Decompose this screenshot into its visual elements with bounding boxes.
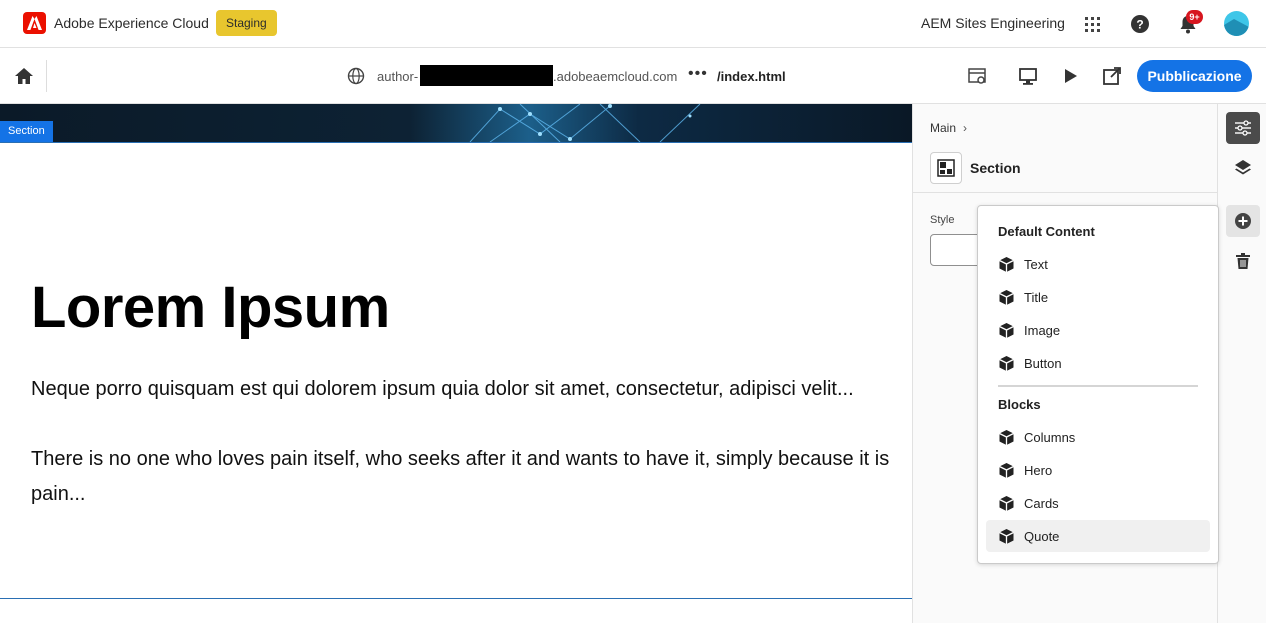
url-more-button[interactable]: ••• [688,65,708,83]
menu-item-text[interactable]: Text [986,248,1210,280]
cube-icon [998,289,1015,306]
cube-icon [998,355,1015,372]
publish-button[interactable]: Pubblicazione [1137,60,1252,92]
cube-icon [998,429,1015,446]
cube-icon [998,256,1015,273]
org-switcher[interactable]: AEM Sites Engineering [921,15,1065,31]
menu-divider [998,385,1198,387]
editor-toolbar: author- .adobeaemcloud.com ••• /index.ht… [0,48,1266,104]
menu-item-button[interactable]: Button [986,347,1210,379]
page-properties-icon[interactable] [966,65,988,87]
avatar[interactable] [1224,11,1249,36]
menu-item-quote[interactable]: Quote [986,520,1210,552]
shell-bar: Adobe Experience Cloud Staging AEM Sites… [0,0,1266,48]
layers-rail-button[interactable] [1226,152,1260,184]
cube-icon [998,462,1015,479]
chevron-right-icon: › [963,121,967,135]
home-icon[interactable] [13,65,35,87]
default-content-heading: Default Content [998,224,1095,239]
style-label: Style [930,214,955,226]
menu-item-columns[interactable]: Columns [986,421,1210,453]
toolbar-divider [46,60,47,92]
menu-item-image[interactable]: Image [986,314,1210,346]
apps-grid-icon[interactable] [1081,13,1103,35]
menu-item-label: Quote [1024,529,1060,544]
page-heading[interactable]: Lorem Ipsum [31,274,390,341]
url-redaction [420,65,553,86]
menu-item-label: Button [1024,356,1062,371]
cube-icon [998,322,1015,339]
menu-item-label: Text [1024,257,1048,272]
menu-item-label: Columns [1024,430,1076,445]
hero-image[interactable] [0,104,912,142]
adobe-logo-icon[interactable] [23,12,46,34]
add-rail-button[interactable] [1226,205,1260,237]
delete-rail-button[interactable] [1226,245,1260,277]
open-in-new-icon[interactable] [1101,65,1123,87]
menu-item-hero[interactable]: Hero [986,454,1210,486]
panel-divider [913,192,1218,193]
menu-item-cards[interactable]: Cards [986,487,1210,519]
help-icon[interactable]: ? [1129,13,1151,35]
properties-rail-button[interactable] [1226,112,1260,144]
environment-badge: Staging [216,10,277,36]
section-tag[interactable]: Section [0,121,53,142]
notification-count-badge: 9+ [1186,10,1203,24]
breadcrumb[interactable]: Main [930,121,956,135]
cube-icon [998,528,1015,545]
right-rail [1217,104,1266,623]
desktop-preview-icon[interactable] [1017,65,1039,87]
menu-item-label: Hero [1024,463,1053,478]
url-path[interactable]: /index.html [717,69,786,84]
page-canvas: Section Lorem Ipsum Neque porro quisquam… [0,104,912,623]
app-title[interactable]: Adobe Experience Cloud [54,15,209,31]
menu-item-label: Image [1024,323,1061,338]
blocks-heading: Blocks [998,397,1041,412]
add-component-menu: Default Content Text Title Image Button … [977,205,1219,564]
paragraph-1[interactable]: Neque porro quisquam est qui dolorem ips… [31,372,891,407]
url-prefix[interactable]: author- [377,69,418,84]
section-outline[interactable] [0,142,912,599]
cube-icon [998,495,1015,512]
menu-item-label: Title [1024,290,1049,305]
url-domain[interactable]: .adobeaemcloud.com [553,69,677,84]
svg-text:?: ? [1136,18,1143,32]
section-component-icon [930,152,962,184]
menu-item-title[interactable]: Title [986,281,1210,313]
component-name: Section [970,160,1021,176]
preview-play-icon[interactable] [1059,65,1081,87]
paragraph-2[interactable]: There is no one who loves pain itself, w… [31,442,891,512]
globe-icon [347,67,365,85]
menu-item-label: Cards [1024,496,1059,511]
